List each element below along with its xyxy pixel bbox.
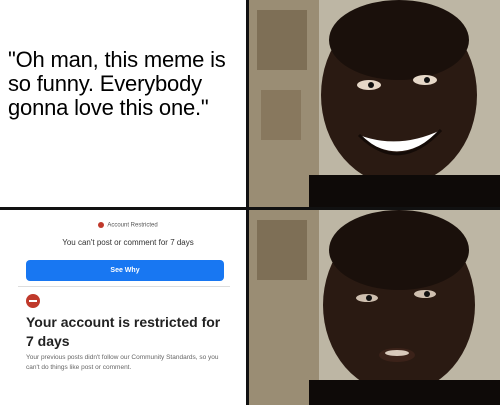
notice-title: Your account is restricted for 7 days (26, 314, 221, 349)
facebook-restriction-screenshot: Account Restricted You can't post or com… (0, 210, 246, 405)
restriction-card: Account Restricted You can't post or com… (18, 216, 238, 281)
warning-icon (98, 222, 105, 228)
restriction-message: You can't post or comment for 7 days (62, 238, 194, 247)
meme-image: "Oh man, this meme is so funny. Everybod… (0, 0, 500, 405)
disappointed-reaction-photo (249, 210, 500, 405)
divider (18, 286, 230, 287)
account-restricted-label: Account Restricted (107, 222, 158, 229)
horizontal-divider (0, 207, 500, 210)
happy-reaction-photo (249, 0, 500, 207)
notice-body: Your previous posts didn't follow our Co… (26, 354, 219, 371)
meme-caption: "Oh man, this meme is so funny. Everybod… (8, 47, 226, 120)
see-why-button[interactable]: See Why (26, 260, 224, 281)
vertical-divider (246, 0, 249, 405)
restricted-icon (26, 294, 40, 308)
